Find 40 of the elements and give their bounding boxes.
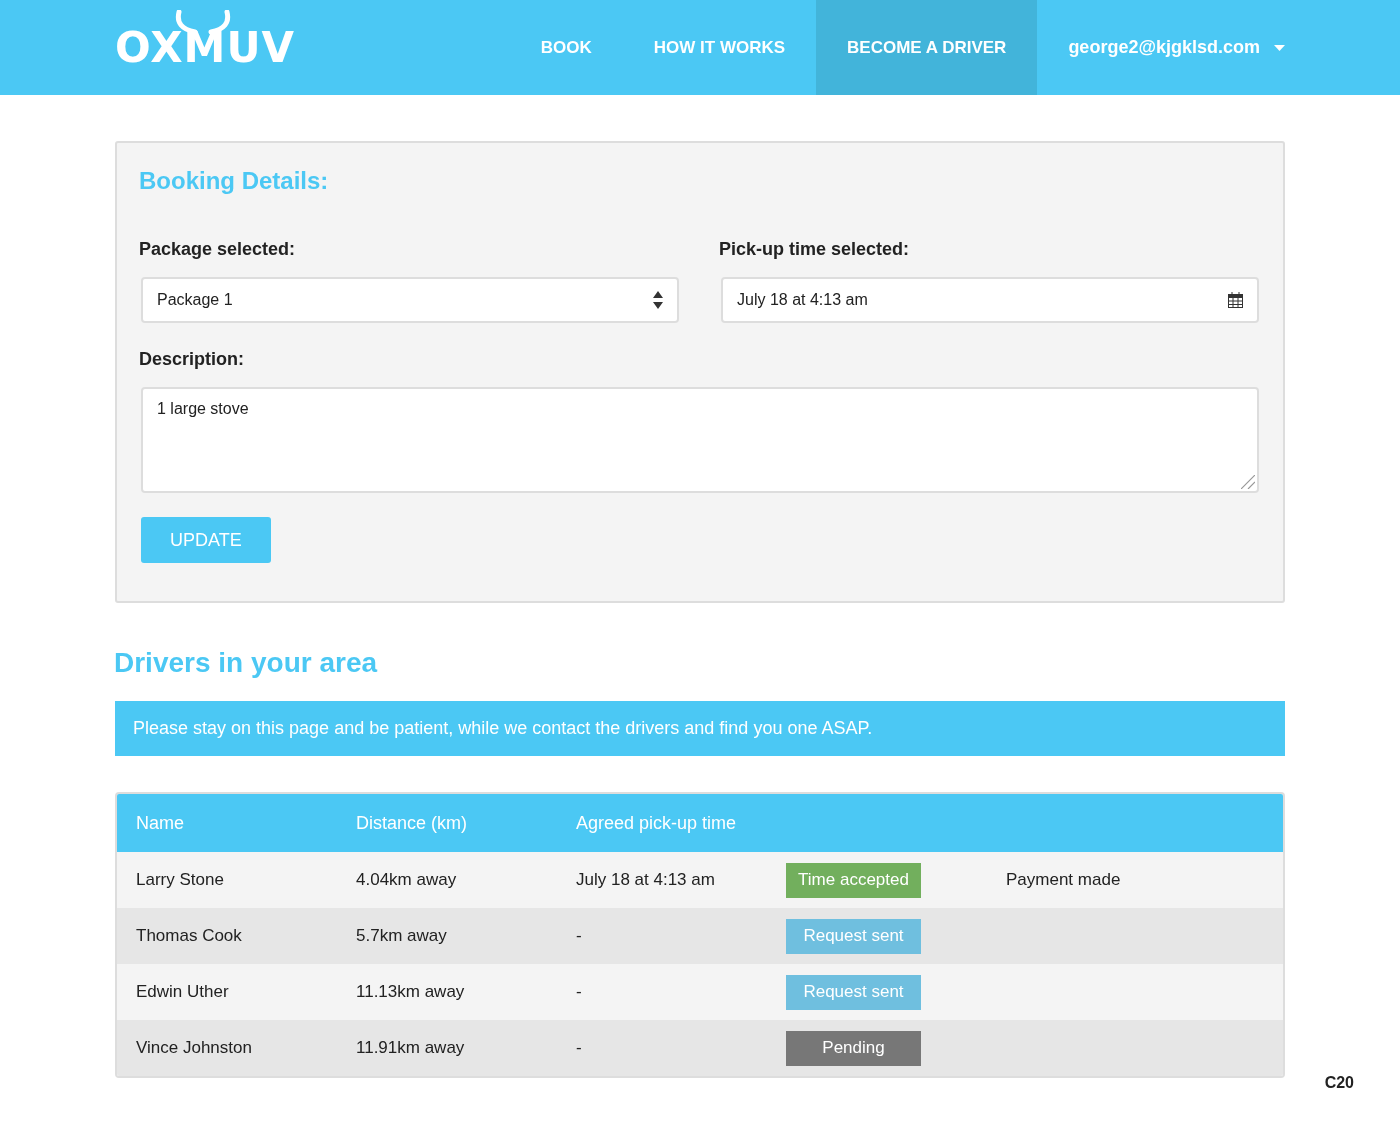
status-badge: Request sent <box>786 918 921 954</box>
status-badge: Time accepted <box>786 862 921 898</box>
column-header: Name <box>136 812 185 834</box>
table-cell-text: Vince Johnston <box>136 1038 253 1058</box>
table-cell-text: July 18 at 4:13 am <box>576 870 716 890</box>
resize-handle-icon <box>1241 475 1255 489</box>
nav-link[interactable]: BOOK <box>509 0 623 95</box>
nav-link[interactable]: HOW IT WORKS <box>622 0 817 95</box>
sort-arrows-icon <box>653 291 663 309</box>
field-label: Description: <box>139 349 245 370</box>
table-cell-text: 5.7km away <box>356 926 448 946</box>
info-banner: Please stay on this page and be patient, while we contact the drivers and find you one ASAP. <box>115 701 1285 756</box>
table-cell-text: Larry Stone <box>136 870 225 890</box>
table-cell-text: 11.91km away <box>356 1038 466 1058</box>
card-title: Booking Details: <box>139 167 330 195</box>
description-textarea[interactable]: 1 large stove <box>141 387 1259 493</box>
table-cell-text: Thomas Cook <box>136 926 243 946</box>
table-cell-text: 11.13km away <box>356 982 466 1002</box>
field-label: Pick-up time selected: <box>719 239 911 260</box>
update-button[interactable]: UPDATE <box>141 517 271 563</box>
nav-link[interactable]: BECOME A DRIVER <box>816 0 1038 95</box>
page-code: C20 <box>1324 1074 1354 1092</box>
logo[interactable]: OXMUV <box>115 23 295 72</box>
table-cell-text: - <box>576 1038 583 1058</box>
table-cell-text: Payment made <box>1006 870 1122 890</box>
calendar-icon <box>1228 292 1243 308</box>
status-badge: Request sent <box>786 974 921 1010</box>
table-cell-text: 4.04km away <box>356 870 458 890</box>
status-badge: Pending <box>786 1030 921 1066</box>
column-header: Distance (km) <box>356 812 468 834</box>
column-header: Agreed pick-up time <box>576 812 738 834</box>
caret-icon <box>1274 44 1285 51</box>
date-field[interactable]: July 18 at 4:13 am <box>721 277 1259 323</box>
user-menu[interactable]: george2@kjgklsd.com <box>1037 0 1285 95</box>
table-cell-text: - <box>576 982 583 1002</box>
table-cell-text: - <box>576 926 583 946</box>
section-heading: Drivers in your area <box>114 647 379 679</box>
table-cell-text: Edwin Uther <box>136 982 230 1002</box>
field-label: Package selected: <box>139 239 297 260</box>
package-select[interactable]: Package 1 <box>141 277 679 323</box>
